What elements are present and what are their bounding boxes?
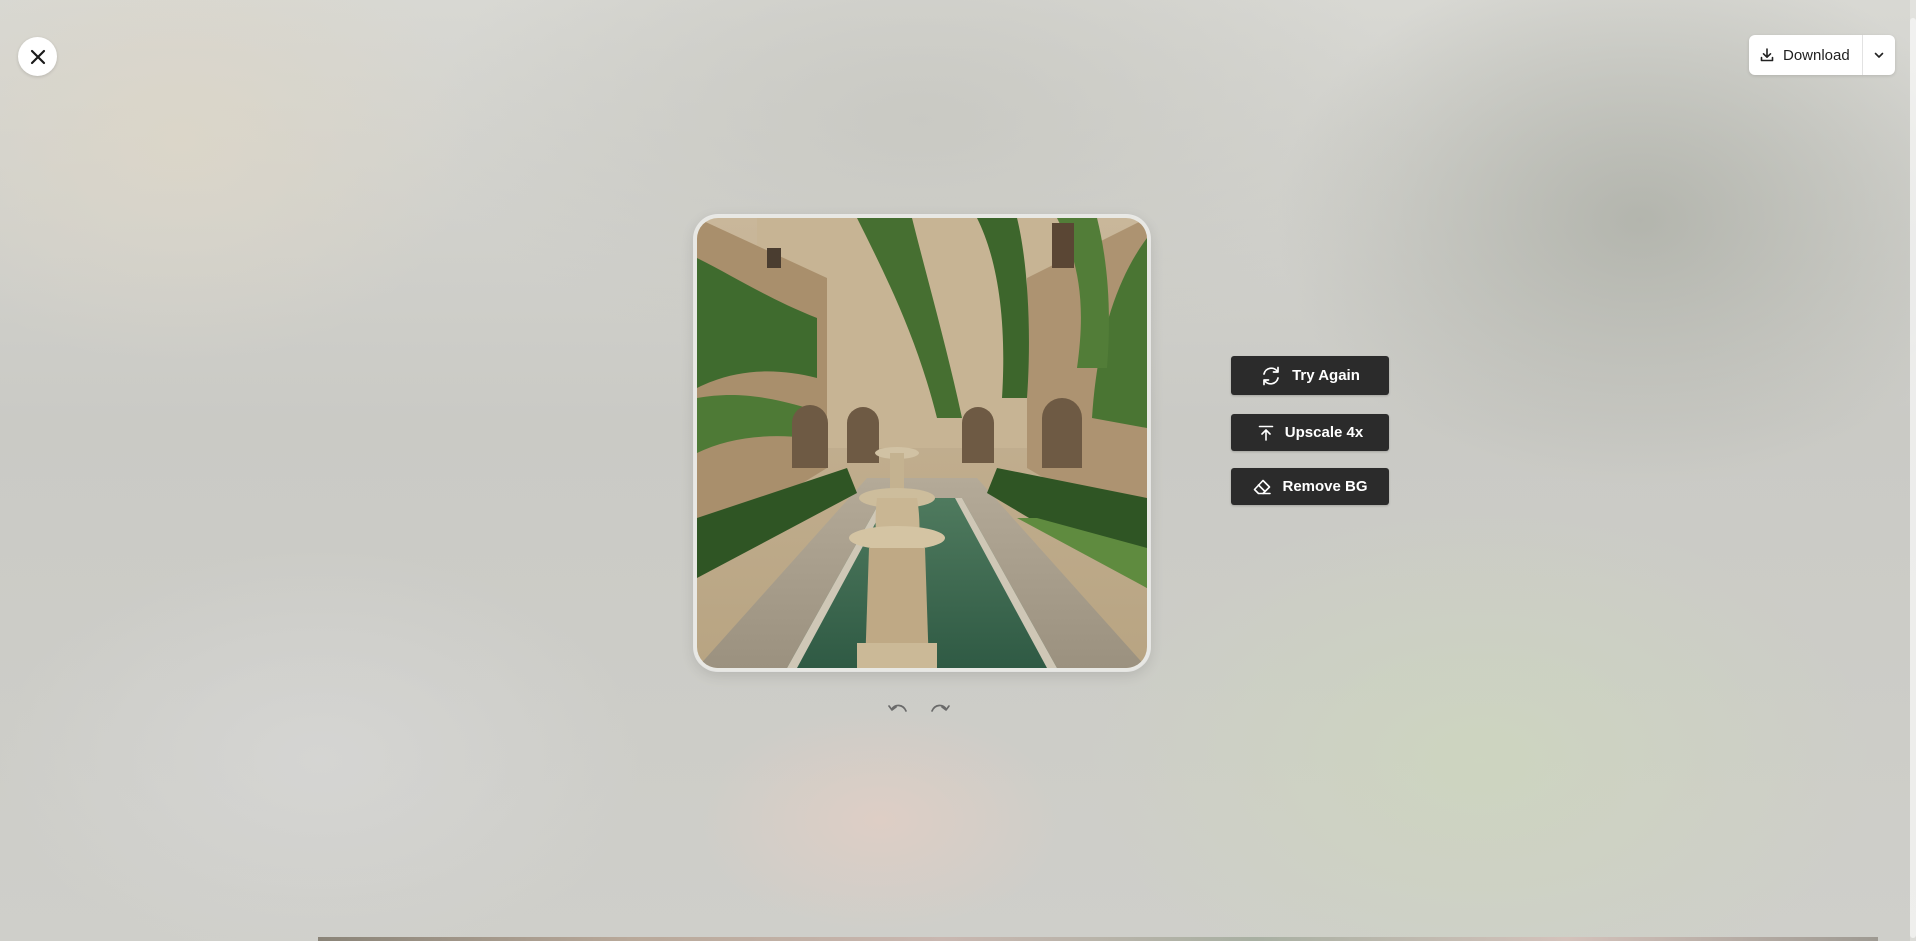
- chevron-down-icon: [1874, 52, 1884, 58]
- scrollbar-thumb[interactable]: [1910, 18, 1916, 938]
- download-options-button[interactable]: [1863, 35, 1895, 75]
- courtyard-fountain-image: [697, 218, 1147, 668]
- download-group: Download: [1749, 35, 1895, 75]
- upscale-label: Upscale 4x: [1284, 424, 1364, 441]
- undo-button[interactable]: [886, 698, 910, 722]
- download-icon: [1760, 48, 1774, 62]
- eraser-icon: [1254, 479, 1272, 494]
- close-icon: [30, 49, 45, 64]
- refresh-icon: [1263, 366, 1279, 385]
- close-button[interactable]: [18, 37, 57, 76]
- remove-bg-label: Remove BG: [1282, 478, 1368, 495]
- redo-icon: [931, 704, 950, 712]
- history-controls: [886, 698, 952, 722]
- try-again-label: Try Again: [1292, 367, 1360, 384]
- scrollbar-track[interactable]: [1910, 0, 1916, 941]
- generated-image-frame: [694, 215, 1150, 671]
- background-image-strip: [318, 937, 1878, 941]
- upscale-button[interactable]: Upscale 4x: [1231, 414, 1389, 451]
- download-label: Download: [1783, 46, 1850, 64]
- try-again-button[interactable]: Try Again: [1231, 356, 1389, 395]
- redo-button[interactable]: [928, 698, 952, 722]
- upscale-icon: [1258, 425, 1274, 441]
- undo-icon: [888, 704, 907, 712]
- remove-bg-button[interactable]: Remove BG: [1231, 468, 1389, 505]
- download-button[interactable]: Download: [1749, 35, 1862, 75]
